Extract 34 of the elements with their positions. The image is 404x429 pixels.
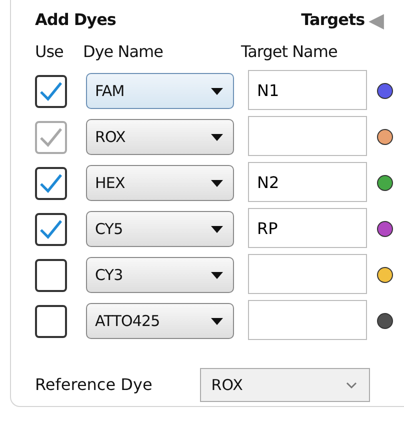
caret-icon [211, 134, 223, 140]
reference-dye-select[interactable]: ROX [200, 368, 370, 402]
checkmark-icon [39, 218, 63, 240]
dye-dropdown[interactable]: ATTO425 [86, 303, 234, 339]
use-checkbox[interactable] [35, 166, 67, 200]
target-name-field[interactable] [248, 116, 367, 156]
use-checkbox[interactable] [35, 74, 67, 108]
caret-icon [211, 88, 223, 94]
use-header: Use [35, 41, 64, 63]
target-name-field[interactable]: N2 [248, 162, 367, 202]
checkmark-icon [39, 80, 63, 102]
use-checkbox[interactable] [35, 304, 67, 338]
chevron-icon [346, 382, 358, 388]
checkmark-icon [39, 172, 63, 194]
caret-icon [211, 272, 223, 278]
use-checkbox[interactable] [35, 258, 67, 292]
target-name-header: Target Name [241, 41, 338, 63]
dye-dropdown[interactable]: FAM [86, 73, 234, 109]
dye-dropdown[interactable]: CY3 [86, 257, 234, 293]
checkmark-icon [39, 126, 63, 148]
reference-dye-label: Reference Dye [35, 374, 152, 396]
panel-title: Add Dyes [35, 9, 116, 31]
target-name-field[interactable]: RP [248, 208, 367, 248]
caret-icon [211, 180, 223, 186]
dye-name-header: Dye Name [83, 41, 163, 63]
target-name-field[interactable] [248, 254, 367, 294]
target-name-field[interactable]: N1 [248, 70, 367, 110]
targets-label: Targets [301, 9, 365, 31]
dye-dropdown[interactable]: HEX [86, 165, 234, 201]
dye-dropdown[interactable]: CY5 [86, 211, 234, 247]
target-name-field[interactable] [248, 300, 367, 340]
use-checkbox[interactable] [35, 212, 67, 246]
caret-icon [211, 226, 223, 232]
caret-icon [211, 318, 223, 324]
